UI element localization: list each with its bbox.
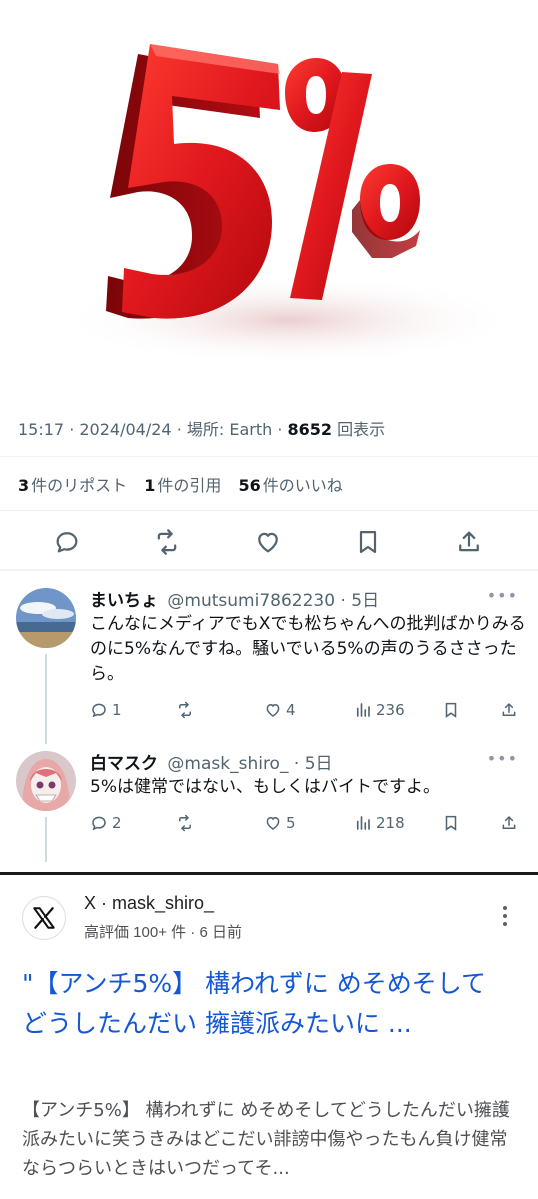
like-icon (266, 816, 280, 830)
bookmark-icon (359, 530, 377, 554)
repost-button[interactable] (176, 814, 194, 832)
avatar-image (16, 588, 76, 648)
reply-actions: 2 5 218 (90, 814, 530, 836)
views-count: 218 (376, 814, 405, 832)
repost-icon (157, 529, 177, 555)
like-button[interactable]: 5 (264, 814, 296, 832)
reply-header: 白マスク @mask_shiro_ · 5日 (90, 754, 333, 774)
tweet-time: 15:17 (18, 420, 65, 439)
share-icon (502, 815, 516, 829)
x-logo-glyph (33, 907, 55, 929)
divider (0, 569, 538, 571)
tweet-location: 場所: Earth (186, 420, 273, 439)
x-logo-icon[interactable] (22, 896, 66, 940)
five-percent-graphic (60, 44, 520, 365)
reply-button[interactable]: 1 (90, 701, 122, 719)
thread-line (45, 817, 47, 862)
result-title[interactable]: "【アンチ5%】 構われずに めそめそして どうしたんだい 擁護派みたいに ..… (22, 964, 512, 1044)
more-icon[interactable]: ••• (487, 749, 518, 768)
result-source[interactable]: X · mask_shiro_ (84, 893, 214, 914)
reply-icon (92, 703, 106, 718)
thread-line (45, 654, 47, 744)
like-count: 5 (286, 814, 296, 832)
avatar-image (16, 751, 76, 811)
like-icon (258, 532, 278, 553)
tweet-views-label: 回表示 (337, 420, 386, 439)
reply-header: まいちょ @mutsumi7862230 · 5日 (90, 591, 380, 611)
reply-text: こんなにメディアでもXでも松ちゃんへの批判ばかりみるのに5%なんですね。騒いでい… (90, 614, 526, 684)
repost-icon (179, 701, 191, 719)
bookmark-icon (445, 702, 457, 718)
reply-count: 1 (112, 701, 122, 719)
quotes-stat[interactable]: 1 件の引用 (144, 476, 221, 495)
reply-button[interactable] (51, 526, 83, 558)
author-handle[interactable]: @mask_shiro_ (167, 754, 288, 774)
views-icon (356, 703, 370, 717)
bookmark-button[interactable] (442, 814, 460, 832)
reply-actions: 1 4 236 (90, 701, 530, 723)
author-handle[interactable]: @mutsumi7862230 (167, 591, 335, 611)
reply-age: 5日 (351, 591, 380, 611)
views-button[interactable]: 218 (354, 814, 405, 832)
reply-icon (56, 532, 78, 553)
bookmark-button[interactable] (442, 701, 460, 719)
views-count: 236 (376, 701, 405, 719)
reposts-stat[interactable]: 3 件のリポスト (18, 476, 127, 495)
like-count: 4 (286, 701, 296, 719)
divider (0, 872, 538, 875)
divider (0, 456, 538, 457)
views-button[interactable]: 236 (354, 701, 405, 719)
share-icon (459, 531, 479, 552)
tweet-date: 2024/04/24 (79, 420, 172, 439)
reply-age: 5日 (304, 754, 333, 774)
hero-image (0, 0, 538, 395)
reply-button[interactable]: 2 (90, 814, 122, 832)
avatar[interactable] (16, 751, 76, 811)
reply-text: 5%は健常ではない、もしくはバイトですよ。 (90, 777, 440, 797)
share-button[interactable] (500, 814, 518, 832)
tweet-meta: 15:17 · 2024/04/24 · 場所: Earth · 8652 回表… (18, 420, 386, 439)
tweet-action-bar (0, 522, 538, 562)
more-options-icon[interactable] (500, 906, 510, 930)
repost-icon (179, 814, 191, 832)
share-button[interactable] (453, 526, 485, 558)
bookmark-button[interactable] (352, 526, 384, 558)
reply-count: 2 (112, 814, 122, 832)
author-name[interactable]: まいちょ (90, 591, 158, 611)
bookmark-icon (445, 815, 457, 831)
avatar[interactable] (16, 588, 76, 648)
like-icon (266, 703, 280, 717)
tweet-views-count: 8652 (287, 420, 333, 439)
repost-button[interactable] (176, 701, 194, 719)
result-meta: 高評価 100+ 件 · 6 日前 (84, 924, 242, 941)
author-name[interactable]: 白マスク (90, 754, 158, 774)
reply-icon (92, 816, 106, 831)
repost-button[interactable] (151, 526, 183, 558)
share-button[interactable] (500, 701, 518, 719)
likes-stat[interactable]: 56 件のいいね (239, 476, 343, 495)
tweet-stats: 3 件のリポスト 1 件の引用 56 件のいいね (18, 472, 355, 496)
like-button[interactable] (252, 526, 284, 558)
like-button[interactable]: 4 (264, 701, 296, 719)
result-snippet: 【アンチ5%】 構われずに めそめそしてどうしたんだい擁護派みたいに笑うきみはど… (22, 1100, 510, 1179)
divider (0, 510, 538, 511)
share-icon (502, 702, 516, 716)
more-icon[interactable]: ••• (487, 586, 518, 605)
views-icon (356, 816, 370, 830)
